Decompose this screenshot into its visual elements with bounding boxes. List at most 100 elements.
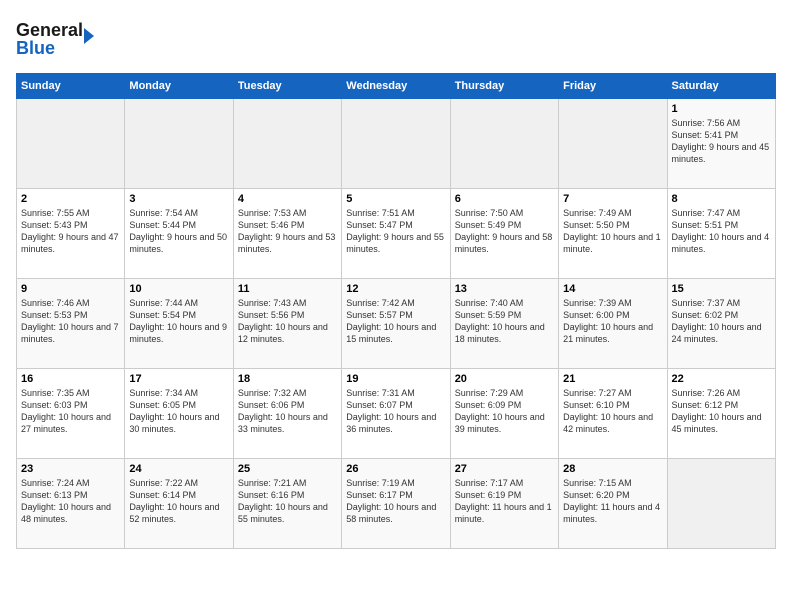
day-number: 7	[563, 193, 662, 205]
day-number: 19	[346, 373, 445, 385]
calendar-cell: 9 Sunrise: 7:46 AM Sunset: 5:53 PM Daylig…	[17, 279, 125, 369]
day-info: Sunrise: 7:39 AM Sunset: 6:00 PM Dayligh…	[563, 297, 662, 346]
day-number: 24	[129, 463, 228, 475]
calendar-cell: 26 Sunrise: 7:19 AM Sunset: 6:17 PM Dayli…	[342, 459, 450, 549]
calendar-cell: 19 Sunrise: 7:31 AM Sunset: 6:07 PM Dayli…	[342, 369, 450, 459]
calendar-cell: 4 Sunrise: 7:53 AM Sunset: 5:46 PM Daylig…	[233, 189, 341, 279]
calendar-cell	[17, 99, 125, 189]
day-info: Sunrise: 7:51 AM Sunset: 5:47 PM Dayligh…	[346, 207, 445, 256]
day-number: 23	[21, 463, 120, 475]
calendar-week: 2 Sunrise: 7:55 AM Sunset: 5:43 PM Daylig…	[17, 189, 776, 279]
day-number: 27	[455, 463, 554, 475]
calendar-week: 16Sunrise: 7:35 AM Sunset: 6:03 PM Dayli…	[17, 369, 776, 459]
day-number: 26	[346, 463, 445, 475]
day-number: 4	[238, 193, 337, 205]
calendar-cell: 25 Sunrise: 7:21 AM Sunset: 6:16 PM Dayli…	[233, 459, 341, 549]
calendar-cell: 5 Sunrise: 7:51 AM Sunset: 5:47 PM Daylig…	[342, 189, 450, 279]
calendar-cell	[450, 99, 558, 189]
calendar-week: 1 Sunrise: 7:56 AM Sunset: 5:41 PM Daylig…	[17, 99, 776, 189]
day-number: 17	[129, 373, 228, 385]
calendar-cell: 3 Sunrise: 7:54 AM Sunset: 5:44 PM Daylig…	[125, 189, 233, 279]
calendar-cell: 12 Sunrise: 7:42 AM Sunset: 5:57 PM Dayli…	[342, 279, 450, 369]
svg-text:General: General	[16, 20, 83, 40]
day-number: 13	[455, 283, 554, 295]
calendar-cell: 11 Sunrise: 7:43 AM Sunset: 5:56 PM Dayli…	[233, 279, 341, 369]
calendar-header: SundayMondayTuesdayWednesdayThursdayFrid…	[17, 74, 776, 99]
calendar-cell	[559, 99, 667, 189]
day-info: Sunrise: 7:27 AM Sunset: 6:10 PM Dayligh…	[563, 387, 662, 436]
day-number: 3	[129, 193, 228, 205]
day-number: 10	[129, 283, 228, 295]
day-info: Sunrise: 7:56 AM Sunset: 5:41 PM Dayligh…	[672, 117, 771, 166]
calendar-body: 1 Sunrise: 7:56 AM Sunset: 5:41 PM Daylig…	[17, 99, 776, 549]
day-info: Sunrise: 7:22 AM Sunset: 6:14 PM Dayligh…	[129, 477, 228, 526]
day-info: Sunrise: 7:26 AM Sunset: 6:12 PM Dayligh…	[672, 387, 771, 436]
calendar-week: 23 Sunrise: 7:24 AM Sunset: 6:13 PM Dayli…	[17, 459, 776, 549]
day-info: Sunrise: 7:49 AM Sunset: 5:50 PM Dayligh…	[563, 207, 662, 256]
calendar-cell: 13 Sunrise: 7:40 AM Sunset: 5:59 PM Dayli…	[450, 279, 558, 369]
day-info: Sunrise: 7:34 AM Sunset: 6:05 PM Dayligh…	[129, 387, 228, 436]
day-info: Sunrise: 7:44 AM Sunset: 5:54 PM Dayligh…	[129, 297, 228, 346]
weekday-header: Saturday	[667, 74, 775, 99]
day-info: Sunrise: 7:31 AM Sunset: 6:07 PM Dayligh…	[346, 387, 445, 436]
calendar-cell: 7 Sunrise: 7:49 AM Sunset: 5:50 PM Daylig…	[559, 189, 667, 279]
day-info: Sunrise: 7:47 AM Sunset: 5:51 PM Dayligh…	[672, 207, 771, 256]
svg-text:Blue: Blue	[16, 38, 55, 58]
day-number: 9	[21, 283, 120, 295]
day-info: Sunrise: 7:53 AM Sunset: 5:46 PM Dayligh…	[238, 207, 337, 256]
day-number: 5	[346, 193, 445, 205]
calendar-cell: 21 Sunrise: 7:27 AM Sunset: 6:10 PM Dayli…	[559, 369, 667, 459]
logo: GeneralBlue	[16, 16, 96, 61]
day-number: 8	[672, 193, 771, 205]
day-info: Sunrise: 7:46 AM Sunset: 5:53 PM Dayligh…	[21, 297, 120, 346]
day-number: 22	[672, 373, 771, 385]
day-number: 18	[238, 373, 337, 385]
weekday-header: Wednesday	[342, 74, 450, 99]
day-info: Sunrise: 7:32 AM Sunset: 6:06 PM Dayligh…	[238, 387, 337, 436]
weekday-header: Monday	[125, 74, 233, 99]
calendar-cell: 18 Sunrise: 7:32 AM Sunset: 6:06 PM Dayli…	[233, 369, 341, 459]
calendar-cell	[125, 99, 233, 189]
calendar-cell	[667, 459, 775, 549]
calendar-cell: 28Sunrise: 7:15 AM Sunset: 6:20 PM Dayli…	[559, 459, 667, 549]
day-info: Sunrise: 7:42 AM Sunset: 5:57 PM Dayligh…	[346, 297, 445, 346]
weekday-header: Thursday	[450, 74, 558, 99]
day-number: 21	[563, 373, 662, 385]
day-number: 25	[238, 463, 337, 475]
calendar-week: 9 Sunrise: 7:46 AM Sunset: 5:53 PM Daylig…	[17, 279, 776, 369]
page-header: GeneralBlue	[16, 16, 776, 61]
calendar-cell	[342, 99, 450, 189]
day-info: Sunrise: 7:24 AM Sunset: 6:13 PM Dayligh…	[21, 477, 120, 526]
calendar-cell: 6 Sunrise: 7:50 AM Sunset: 5:49 PM Daylig…	[450, 189, 558, 279]
weekday-header: Friday	[559, 74, 667, 99]
calendar-cell: 16Sunrise: 7:35 AM Sunset: 6:03 PM Dayli…	[17, 369, 125, 459]
day-info: Sunrise: 7:55 AM Sunset: 5:43 PM Dayligh…	[21, 207, 120, 256]
calendar-cell: 27Sunrise: 7:17 AM Sunset: 6:19 PM Dayli…	[450, 459, 558, 549]
calendar-cell: 8 Sunrise: 7:47 AM Sunset: 5:51 PM Daylig…	[667, 189, 775, 279]
day-info: Sunrise: 7:21 AM Sunset: 6:16 PM Dayligh…	[238, 477, 337, 526]
day-number: 28	[563, 463, 662, 475]
day-info: Sunrise: 7:40 AM Sunset: 5:59 PM Dayligh…	[455, 297, 554, 346]
day-info: Sunrise: 7:37 AM Sunset: 6:02 PM Dayligh…	[672, 297, 771, 346]
day-number: 2	[21, 193, 120, 205]
day-number: 6	[455, 193, 554, 205]
calendar-cell: 15 Sunrise: 7:37 AM Sunset: 6:02 PM Dayli…	[667, 279, 775, 369]
day-info: Sunrise: 7:29 AM Sunset: 6:09 PM Dayligh…	[455, 387, 554, 436]
day-number: 11	[238, 283, 337, 295]
day-info: Sunrise: 7:19 AM Sunset: 6:17 PM Dayligh…	[346, 477, 445, 526]
calendar-cell: 23 Sunrise: 7:24 AM Sunset: 6:13 PM Dayli…	[17, 459, 125, 549]
logo-svg: GeneralBlue	[16, 16, 96, 61]
weekday-header: Sunday	[17, 74, 125, 99]
calendar-cell: 17 Sunrise: 7:34 AM Sunset: 6:05 PM Dayli…	[125, 369, 233, 459]
day-number: 12	[346, 283, 445, 295]
day-number: 1	[672, 103, 771, 115]
day-number: 15	[672, 283, 771, 295]
calendar-cell: 1 Sunrise: 7:56 AM Sunset: 5:41 PM Daylig…	[667, 99, 775, 189]
day-number: 16	[21, 373, 120, 385]
day-info: Sunrise: 7:43 AM Sunset: 5:56 PM Dayligh…	[238, 297, 337, 346]
calendar-cell: 14Sunrise: 7:39 AM Sunset: 6:00 PM Dayli…	[559, 279, 667, 369]
day-info: Sunrise: 7:50 AM Sunset: 5:49 PM Dayligh…	[455, 207, 554, 256]
calendar-cell: 10 Sunrise: 7:44 AM Sunset: 5:54 PM Dayli…	[125, 279, 233, 369]
day-info: Sunrise: 7:54 AM Sunset: 5:44 PM Dayligh…	[129, 207, 228, 256]
weekday-header: Tuesday	[233, 74, 341, 99]
